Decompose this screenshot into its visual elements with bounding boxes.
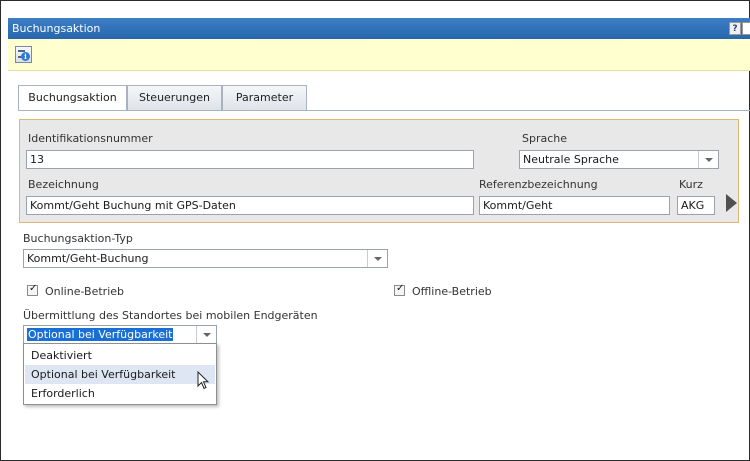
window-titlebar: Buchungsaktion ? xyxy=(8,18,750,39)
option-optional[interactable]: Optional bei Verfügbarkeit xyxy=(25,365,215,384)
location-dropdown-list: Deaktiviert Optional bei Verfügbarkeit E… xyxy=(23,343,217,405)
offline-label: Offline-Betrieb xyxy=(412,285,492,298)
ref-field[interactable]: Kommt/Geht xyxy=(479,196,670,215)
short-label: Kurz xyxy=(679,178,703,191)
help-button[interactable]: ? xyxy=(729,22,741,35)
option-deaktiviert[interactable]: Deaktiviert xyxy=(25,346,215,365)
chevron-down-icon[interactable] xyxy=(367,250,387,267)
name-label: Bezeichnung xyxy=(28,178,99,191)
ref-label: Referenzbezeichnung xyxy=(479,178,598,191)
dialog-frame: Buchungsaktion ? i Buchungsaktion Steuer… xyxy=(0,0,750,461)
tab-parameter[interactable]: Parameter xyxy=(222,85,307,110)
info-badge: i xyxy=(21,52,30,61)
online-checkbox[interactable] xyxy=(27,283,38,296)
location-value: Optional bei Verfügbarkeit xyxy=(27,328,174,341)
language-value: Neutrale Sprache xyxy=(523,153,619,166)
id-label: Identifikationsnummer xyxy=(28,132,153,145)
language-select[interactable]: Neutrale Sprache xyxy=(519,150,719,169)
type-select[interactable]: Kommt/Geht-Buchung xyxy=(23,249,388,268)
online-label: Online-Betrieb xyxy=(45,285,125,298)
tab-divider xyxy=(18,110,750,111)
maximize-button[interactable] xyxy=(742,22,750,35)
toolbar: i xyxy=(8,39,750,71)
window-title: Buchungsaktion xyxy=(12,22,101,35)
type-value: Kommt/Geht-Buchung xyxy=(27,252,149,265)
chevron-down-icon[interactable] xyxy=(196,326,216,343)
option-erforderlich[interactable]: Erforderlich xyxy=(25,384,215,403)
location-select[interactable]: Optional bei Verfügbarkeit xyxy=(23,325,217,344)
offline-checkbox[interactable] xyxy=(394,283,405,296)
tab-buchungsaktion[interactable]: Buchungsaktion xyxy=(18,85,127,111)
play-arrow-icon[interactable] xyxy=(726,194,737,212)
list-info-icon[interactable]: i xyxy=(15,46,32,63)
tab-steuerungen[interactable]: Steuerungen xyxy=(127,85,222,110)
type-label: Buchungsaktion-Typ xyxy=(23,232,133,245)
language-label: Sprache xyxy=(522,132,568,145)
chevron-down-icon[interactable] xyxy=(698,151,718,168)
location-label: Übermittlung des Standortes bei mobilen … xyxy=(23,309,318,322)
name-field[interactable]: Kommt/Geht Buchung mit GPS-Daten xyxy=(26,196,474,215)
short-field[interactable]: AKG xyxy=(677,196,715,215)
mouse-cursor-icon xyxy=(197,371,210,390)
id-field[interactable]: 13 xyxy=(26,150,474,169)
